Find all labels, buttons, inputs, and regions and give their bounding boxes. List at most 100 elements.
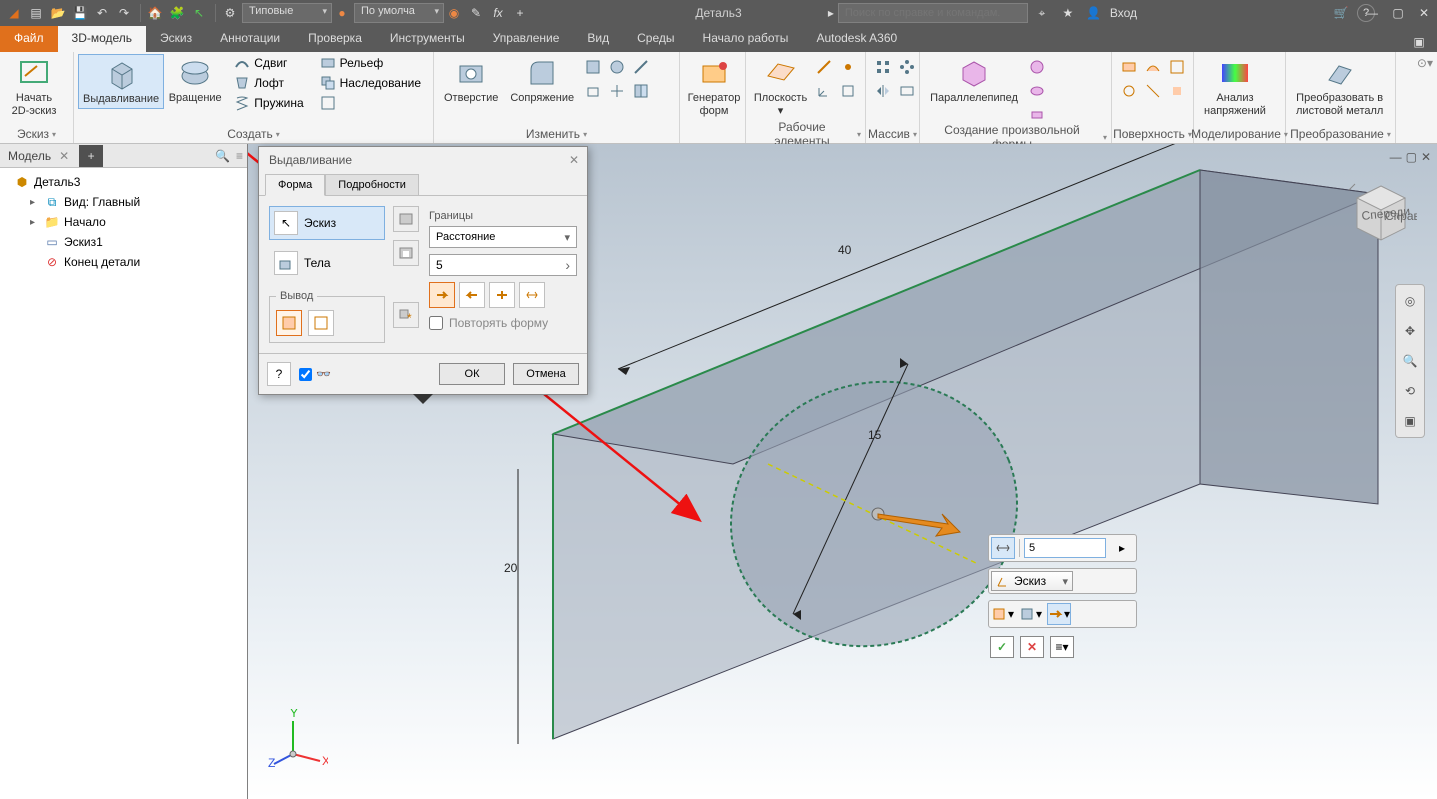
tab-annotate[interactable]: Аннотации <box>206 26 294 52</box>
preview-checkbox[interactable] <box>299 368 312 381</box>
modify-grid-3[interactable] <box>630 56 652 78</box>
viewcube[interactable]: Спереди Справа <box>1337 172 1417 252</box>
surf-1[interactable] <box>1118 56 1140 78</box>
pattern-rect[interactable] <box>872 56 894 78</box>
more-create-button[interactable] <box>316 94 425 112</box>
modify-grid-2[interactable] <box>606 56 628 78</box>
tree-origin[interactable]: ▸ 📁 Начало <box>4 212 243 232</box>
mini-direction-icon[interactable]: ▾ <box>1047 603 1071 625</box>
mini-operation-icon[interactable]: ▾ <box>1019 603 1043 625</box>
mini-distance-input[interactable] <box>1024 538 1106 558</box>
start-2d-sketch-button[interactable]: Начать 2D-эскиз <box>4 54 64 120</box>
workfeat-4[interactable] <box>837 80 859 102</box>
axis-button[interactable] <box>813 56 835 78</box>
plane-button[interactable]: Плоскость ▾ <box>750 54 811 120</box>
tab-getstarted[interactable]: Начало работы <box>689 26 803 52</box>
mini-output-solid-icon[interactable]: ▾ <box>991 603 1015 625</box>
undo-icon[interactable]: ↶ <box>92 3 112 23</box>
maximize-button[interactable]: ▢ <box>1389 4 1407 22</box>
mini-options-icon[interactable]: ≡▾ <box>1050 636 1074 658</box>
output-solid-button[interactable] <box>276 310 302 336</box>
nav-pan-icon[interactable]: ✥ <box>1400 321 1420 341</box>
plus-icon[interactable]: + <box>510 3 530 23</box>
freeform-2[interactable] <box>1026 80 1048 102</box>
tree-root[interactable]: ⬢ Деталь3 <box>4 172 243 192</box>
modify-grid-6[interactable] <box>630 80 652 102</box>
modify-grid-1[interactable] <box>582 56 604 78</box>
style-combo[interactable]: Типовые <box>242 3 332 23</box>
derive-button[interactable]: Наследование <box>316 74 425 92</box>
browser-add-tab[interactable]: + <box>79 145 103 167</box>
fx-icon[interactable]: fx <box>488 3 508 23</box>
revolve-button[interactable]: Вращение <box>164 54 226 107</box>
surf-6[interactable] <box>1166 80 1188 102</box>
mini-distance-more-icon[interactable]: ▸ <box>1110 537 1134 559</box>
fillet-button[interactable]: Сопряжение <box>504 54 580 107</box>
save-icon[interactable]: 💾 <box>70 3 90 23</box>
new-icon[interactable]: ▤ <box>26 3 46 23</box>
coil-button[interactable]: Пружина <box>230 94 307 112</box>
browser-close-tab[interactable]: ✕ <box>59 149 69 163</box>
ribbon-expand-icon[interactable]: ⊙▾ <box>1417 56 1433 70</box>
nav-orbit-icon[interactable]: ⟲ <box>1400 381 1420 401</box>
expander-icon[interactable]: ▸ <box>30 197 40 208</box>
tab-a360[interactable]: Autodesk A360 <box>802 26 911 52</box>
appearance-combo[interactable]: По умолча <box>354 3 444 23</box>
direction-2-button[interactable] <box>459 282 485 308</box>
nav-zoom-icon[interactable]: 🔍 <box>1400 351 1420 371</box>
appearance-picker-icon[interactable]: ◉ <box>444 3 464 23</box>
operation-newsolid-button[interactable]: * <box>393 302 419 328</box>
modify-grid-4[interactable] <box>582 80 604 102</box>
sweep-button[interactable]: Сдвиг <box>230 54 307 72</box>
search-wand-icon[interactable]: ⌖ <box>1032 3 1052 23</box>
direction-1-button[interactable] <box>429 282 455 308</box>
user-icon[interactable]: 👤 <box>1084 3 1104 23</box>
adjust-icon[interactable]: ✎ <box>466 3 486 23</box>
nav-wheel-icon[interactable]: ◎ <box>1400 291 1420 311</box>
browser-search-icon[interactable]: 🔍 <box>215 149 230 163</box>
close-button[interactable]: ✕ <box>1415 4 1433 22</box>
dialog-close-icon[interactable]: ✕ <box>569 153 579 167</box>
minimize-button[interactable]: ― <box>1363 4 1381 22</box>
distance-input[interactable]: 5 <box>429 254 577 276</box>
mini-profile-combo[interactable]: Эскиз <box>991 571 1073 591</box>
output-surface-button[interactable] <box>308 310 334 336</box>
home-icon[interactable]: 🏠 <box>145 3 165 23</box>
cart-icon[interactable]: 🛒 <box>1331 3 1351 23</box>
search-input[interactable] <box>838 3 1028 23</box>
pattern-sketch[interactable] <box>896 80 918 102</box>
redo-icon[interactable]: ↷ <box>114 3 134 23</box>
tab-sketch[interactable]: Эскиз <box>146 26 206 52</box>
surf-3[interactable] <box>1166 56 1188 78</box>
assy-icon[interactable]: 🧩 <box>167 3 187 23</box>
dialog-help-button[interactable]: ? <box>267 362 291 386</box>
color-sphere-icon[interactable]: ● <box>332 3 352 23</box>
browser-menu-icon[interactable]: ≡ <box>236 149 243 163</box>
direction-asym-button[interactable] <box>519 282 545 308</box>
star-icon[interactable]: ★ <box>1058 3 1078 23</box>
tab-inspect[interactable]: Проверка <box>294 26 376 52</box>
mini-ok-button[interactable]: ✓ <box>990 636 1014 658</box>
mini-cancel-button[interactable]: ✕ <box>1020 636 1044 658</box>
tab-view[interactable]: Вид <box>573 26 623 52</box>
expander-icon[interactable]: ▸ <box>30 217 40 228</box>
freeform-box-button[interactable]: Параллелепипед <box>924 54 1024 107</box>
emboss-button[interactable]: Рельеф <box>316 54 425 72</box>
shape-generator-button[interactable]: Генератор форм <box>684 54 744 120</box>
tab-environments[interactable]: Среды <box>623 26 688 52</box>
ok-button[interactable]: ОК <box>439 363 505 385</box>
profile-selector[interactable]: ↖ Эскиз <box>269 206 385 240</box>
dialog-tab-more[interactable]: Подробности <box>325 174 419 196</box>
convert-sheetmetal-button[interactable]: Преобразовать в листовой металл <box>1290 54 1389 120</box>
loft-button[interactable]: Лофт <box>230 74 307 92</box>
surf-5[interactable] <box>1142 80 1164 102</box>
dialog-tab-shape[interactable]: Форма <box>265 174 325 196</box>
stress-analysis-button[interactable]: Анализ напряжений <box>1198 54 1272 120</box>
tree-sketch1[interactable]: ▭ Эскиз1 <box>4 232 243 252</box>
operation-join-button[interactable] <box>393 206 419 232</box>
solids-selector[interactable]: Тела <box>269 246 385 280</box>
operation-cut-button[interactable] <box>393 240 419 266</box>
modify-grid-5[interactable] <box>606 80 628 102</box>
repeat-shape-checkbox[interactable] <box>429 316 443 330</box>
tab-tools[interactable]: Инструменты <box>376 26 479 52</box>
